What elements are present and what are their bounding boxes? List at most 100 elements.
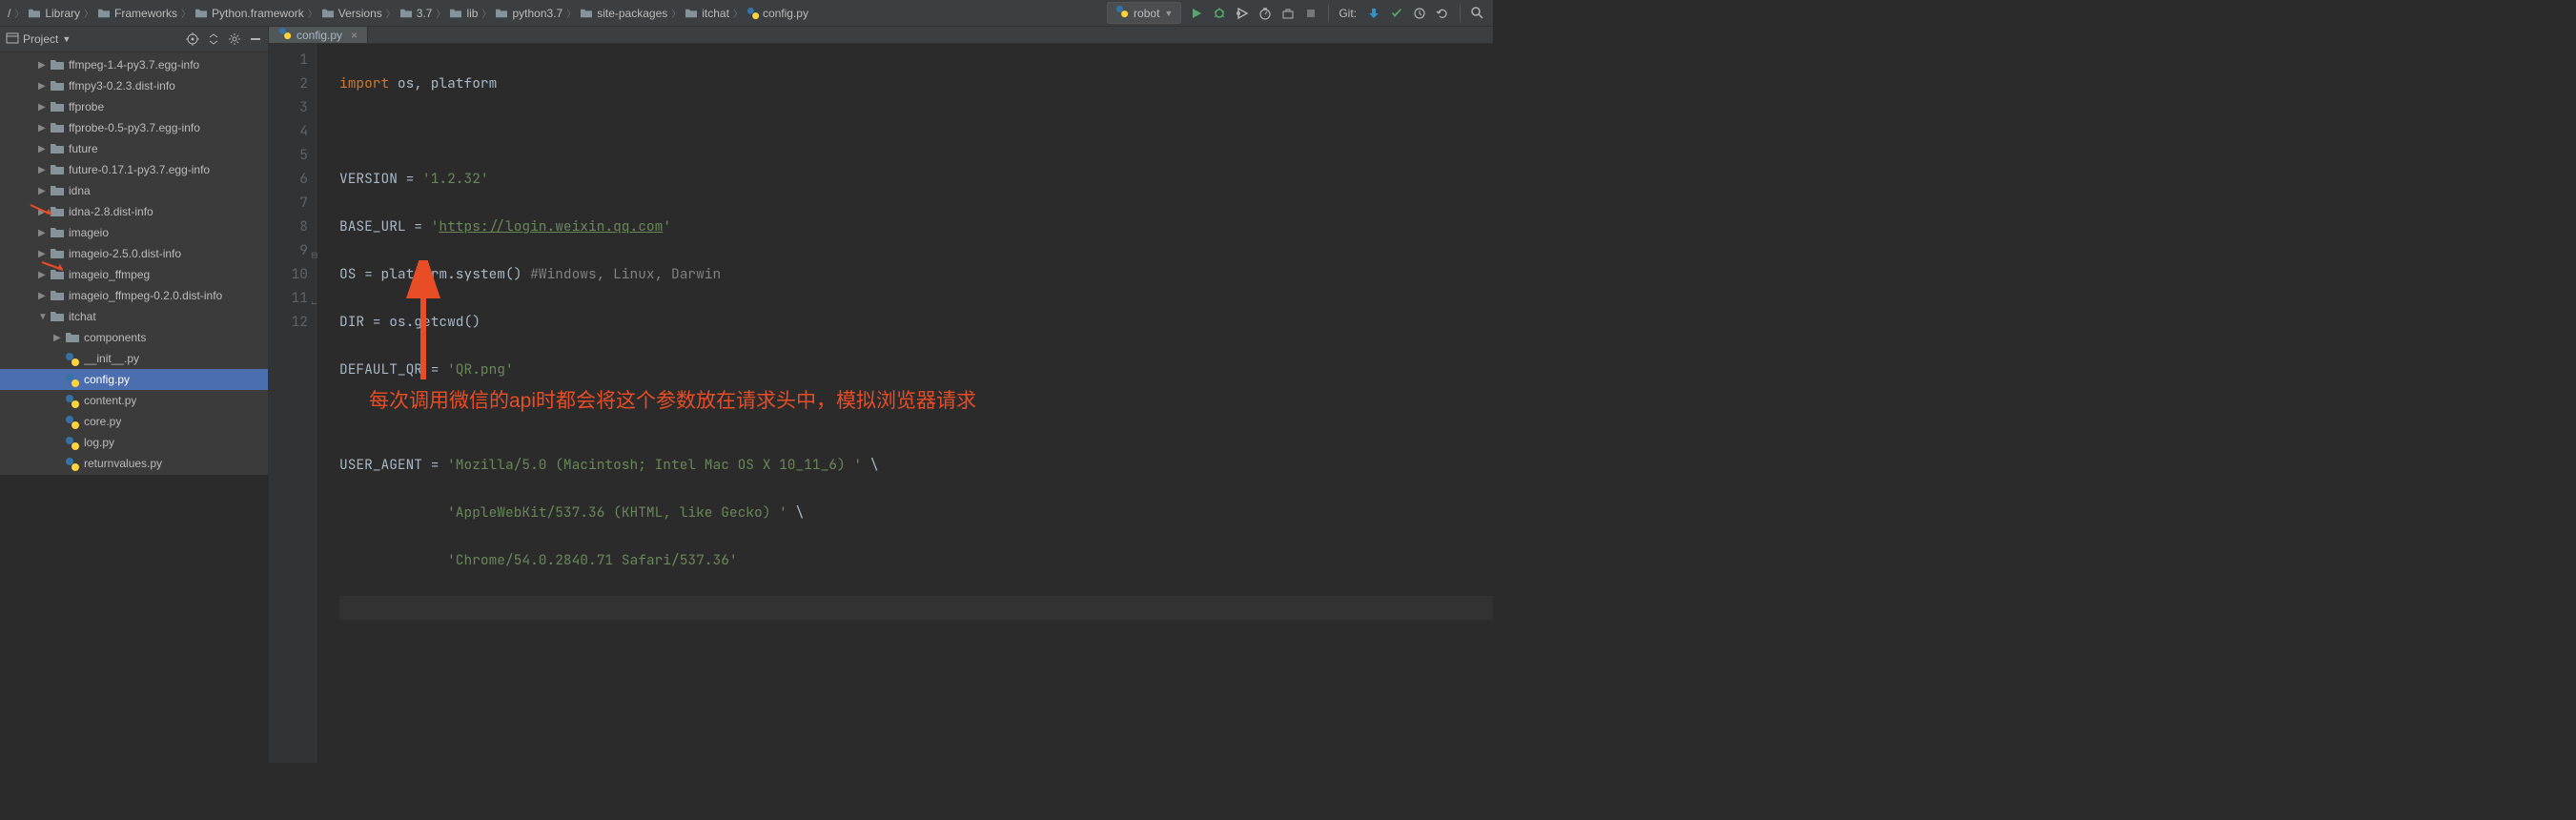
chevron-right-icon: 〉 (733, 6, 743, 20)
breadcrumb-item[interactable]: site-packages (580, 7, 667, 20)
tree-arrow-icon[interactable]: ▶ (38, 249, 48, 259)
tree-item[interactable]: ▶ imageio (0, 222, 268, 243)
breadcrumb[interactable]: / 〉 Library 〉 Frameworks 〉 Python.framew… (8, 6, 1107, 20)
tree-item[interactable]: ▼itchat (0, 306, 268, 327)
line-gutter[interactable]: 1 2 3 4 5 6 7 8 ⊟9 10 ⌙11 12 (269, 44, 317, 763)
debug-button[interactable] (1212, 6, 1227, 21)
breadcrumb-file[interactable]: config.py (746, 7, 808, 20)
tree-item[interactable]: ▶ ffmpy3-0.2.3.dist-info (0, 75, 268, 96)
breadcrumb-item[interactable]: Frameworks (97, 7, 177, 20)
folder-icon (50, 100, 65, 113)
folder-icon (50, 247, 65, 260)
breadcrumb-root[interactable]: / (8, 7, 10, 20)
tree-item-label: ffmpy3-0.2.3.dist-info (69, 79, 175, 92)
tree-item[interactable]: ▶ffmpeg-1.4-py3.7.egg-info (0, 54, 268, 75)
run-button[interactable] (1189, 6, 1204, 21)
tree-item[interactable]: log.py (0, 432, 268, 453)
line-number: 2 (269, 72, 308, 95)
tree-arrow-icon[interactable]: ▶ (38, 291, 48, 301)
python-icon (1115, 5, 1129, 21)
breadcrumb-item[interactable]: itchat (685, 7, 729, 20)
profile-button[interactable] (1257, 6, 1273, 21)
folder-icon (50, 205, 65, 218)
project-tree[interactable]: ▶ffmpeg-1.4-py3.7.egg-info▶ffmpy3-0.2.3.… (0, 52, 268, 475)
chevron-right-icon: 〉 (308, 6, 317, 20)
stop-button[interactable] (1303, 6, 1319, 21)
tree-arrow-icon[interactable]: ▶ (38, 81, 48, 92)
folder-icon (50, 79, 65, 92)
tree-arrow-icon[interactable]: ▶ (53, 333, 63, 343)
python-file-icon (65, 352, 80, 365)
breadcrumb-item[interactable]: 3.7 (399, 7, 433, 20)
line-number: 7 (269, 191, 308, 215)
tree-arrow-icon[interactable]: ▶ (38, 165, 48, 175)
python-file-icon (65, 415, 80, 428)
code-content[interactable]: import os, platform VERSION = '1.2.32' B… (317, 44, 1493, 763)
search-button[interactable] (1470, 6, 1485, 21)
hide-icon[interactable] (249, 32, 262, 46)
chevron-right-icon: 〉 (181, 6, 191, 20)
tree-arrow-icon[interactable]: ▶ (38, 60, 48, 71)
coverage-button[interactable] (1235, 6, 1250, 21)
folder-icon (50, 142, 65, 155)
run-configuration-selector[interactable]: robot ▼ (1107, 2, 1181, 24)
line-number: 12 (269, 310, 308, 334)
tree-arrow-icon[interactable]: ▶ (38, 123, 48, 133)
tree-arrow-icon[interactable]: ▼ (38, 312, 48, 322)
tree-item[interactable]: __init__.py (0, 348, 268, 369)
navigation-bar: / 〉 Library 〉 Frameworks 〉 Python.framew… (0, 0, 1493, 27)
git-update-button[interactable] (1366, 6, 1381, 21)
tree-item[interactable]: ▶components (0, 327, 268, 348)
folder-icon (321, 8, 335, 19)
git-commit-button[interactable] (1389, 6, 1404, 21)
chevron-right-icon: 〉 (566, 6, 576, 20)
folder-icon (194, 8, 208, 19)
tree-item[interactable]: ▶idna-2.8.dist-info (0, 201, 268, 222)
git-revert-button[interactable] (1435, 6, 1450, 21)
tab-label: config.py (296, 29, 342, 42)
python-file-icon (65, 436, 80, 449)
project-panel-title[interactable]: Project ▼ (6, 31, 186, 48)
folder-icon (50, 184, 65, 197)
tree-item[interactable]: ▶imageio_ffmpeg-0.2.0.dist-info (0, 285, 268, 306)
tree-item[interactable]: ▶ffprobe (0, 96, 268, 117)
tree-item[interactable]: ▶imageio-2.5.0.dist-info (0, 243, 268, 264)
tree-arrow-icon[interactable]: ▶ (38, 207, 48, 217)
tree-item[interactable]: content.py (0, 390, 268, 411)
tree-arrow-icon[interactable]: ▶ (38, 228, 48, 238)
tree-arrow-icon[interactable]: ▶ (38, 102, 48, 113)
tree-item-label: content.py (84, 394, 136, 407)
tree-item[interactable]: config.py (0, 369, 268, 390)
tree-arrow-icon[interactable]: ▶ (38, 186, 48, 196)
tree-item[interactable]: ▶idna (0, 180, 268, 201)
tree-item-label: imageio (69, 226, 109, 239)
chevron-down-icon: ▼ (1164, 9, 1173, 18)
breadcrumb-item[interactable]: Library (28, 7, 80, 20)
folder-icon (50, 226, 65, 239)
breadcrumb-item[interactable]: python3.7 (495, 7, 562, 20)
tree-item[interactable]: ▶ffprobe-0.5-py3.7.egg-info (0, 117, 268, 138)
breadcrumb-item[interactable]: Versions (321, 7, 382, 20)
breadcrumb-item[interactable]: lib (449, 7, 478, 20)
git-history-button[interactable] (1412, 6, 1427, 21)
tree-item[interactable]: core.py (0, 411, 268, 432)
settings-icon[interactable] (228, 32, 241, 46)
tree-arrow-icon[interactable]: ▶ (38, 270, 48, 280)
annotation-text: 每次调用微信的api时都会将这个参数放在请求头中，模拟浏览器请求 (369, 389, 976, 413)
folder-icon (449, 8, 462, 19)
expand-all-icon[interactable] (207, 32, 220, 46)
attach-button[interactable] (1280, 6, 1296, 21)
tree-arrow-icon[interactable]: ▶ (38, 144, 48, 154)
folder-icon (495, 8, 508, 19)
tree-item[interactable]: ▶imageio_ffmpeg (0, 264, 268, 285)
close-icon[interactable]: × (351, 29, 358, 42)
code-editor[interactable]: 1 2 3 4 5 6 7 8 ⊟9 10 ⌙11 12 import os, … (269, 44, 1493, 763)
editor-tab-config[interactable]: config.py × (269, 27, 368, 43)
locate-icon[interactable] (186, 32, 199, 46)
line-number: 8 (269, 215, 308, 238)
tree-item[interactable]: returnvalues.py (0, 453, 268, 474)
line-number: 6 (269, 167, 308, 191)
tree-item[interactable]: ▶future (0, 138, 268, 159)
breadcrumb-item[interactable]: Python.framework (194, 7, 304, 20)
tree-item[interactable]: ▶future-0.17.1-py3.7.egg-info (0, 159, 268, 180)
